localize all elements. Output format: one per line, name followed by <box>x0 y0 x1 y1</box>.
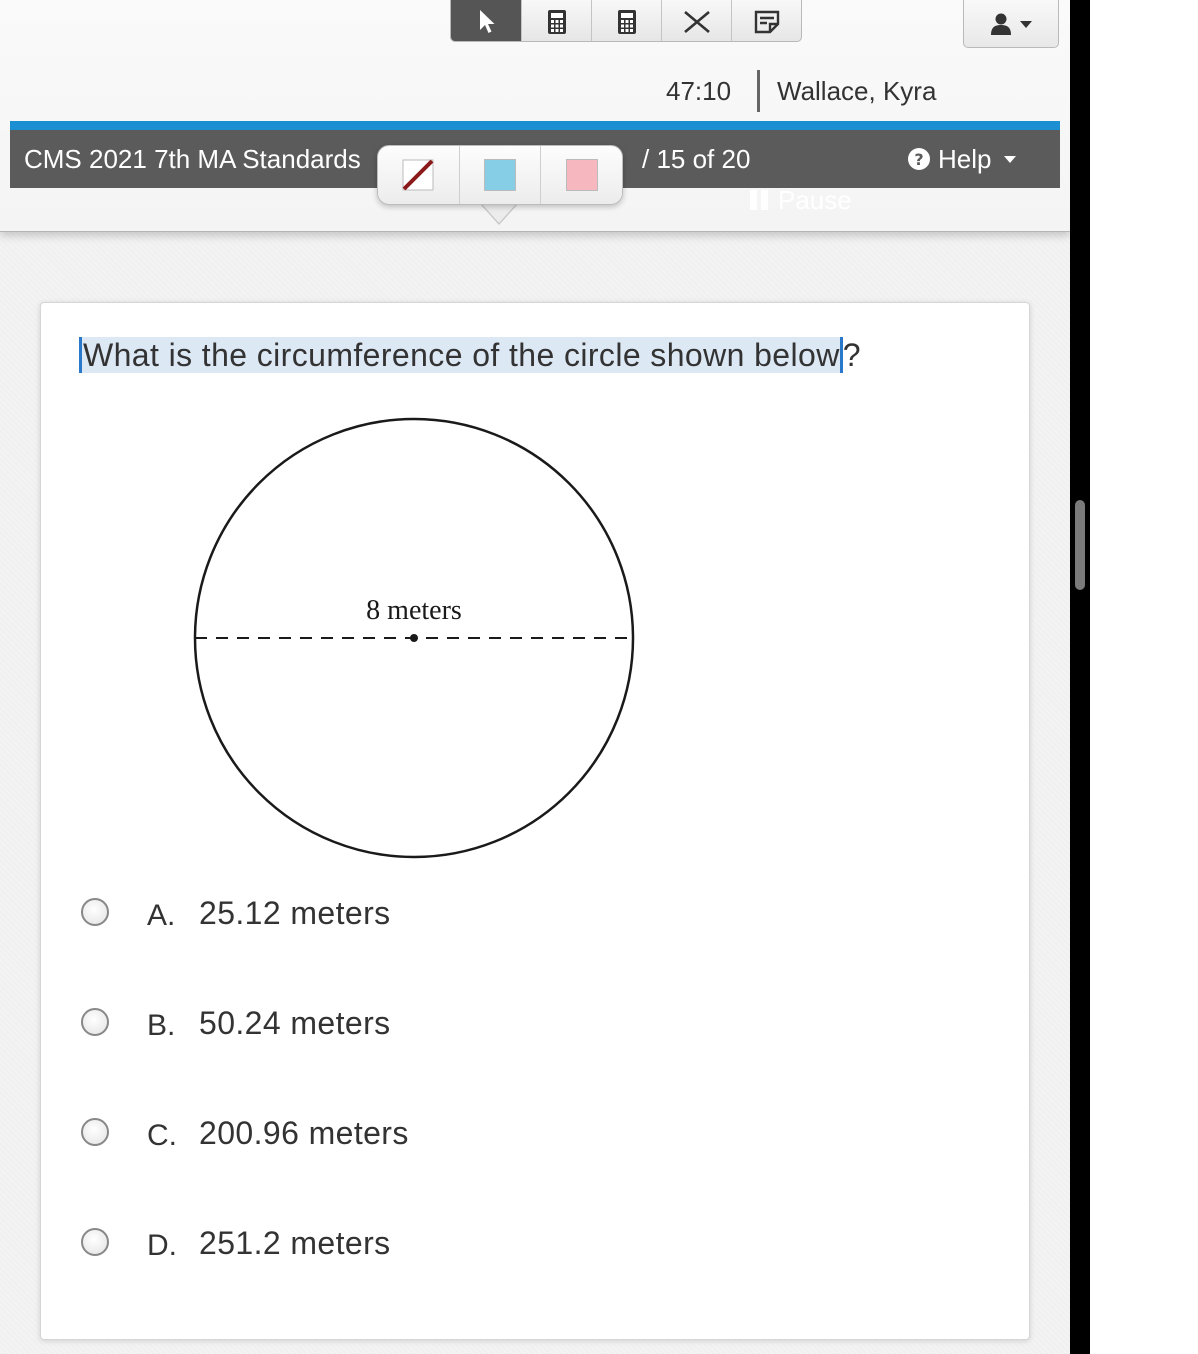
answer-eliminator-button[interactable] <box>661 0 731 41</box>
calculator-icon <box>547 10 566 34</box>
scrollbar-thumb[interactable] <box>1075 500 1085 590</box>
popup-arrow <box>481 203 517 223</box>
choice-d-text: 251.2 meters <box>199 1225 391 1261</box>
calculator-button[interactable] <box>521 0 591 41</box>
question-card: What is the circumference of the circle … <box>40 302 1030 1340</box>
choice-b-text: 50.24 meters <box>199 1005 391 1041</box>
user-menu-button[interactable] <box>963 0 1059 48</box>
pink-swatch <box>565 159 598 191</box>
caret-down-icon <box>1004 156 1017 163</box>
student-name: Wallace, Kyra <box>777 76 937 106</box>
selected-question-text[interactable]: What is the circumference of the circle … <box>79 337 843 373</box>
choice-c-letter: C. <box>147 1119 177 1152</box>
choice-b-radio[interactable] <box>81 1008 109 1036</box>
user-icon <box>991 13 1011 35</box>
choice-d-letter: D. <box>147 1229 177 1262</box>
choice-a[interactable]: A. 25.12 meters <box>81 887 390 937</box>
choice-b[interactable]: B. 50.24 meters <box>81 997 390 1047</box>
separator <box>757 70 760 112</box>
help-button[interactable]: ? Help <box>908 144 1017 174</box>
help-label: Help <box>938 143 992 174</box>
choice-b-letter: B. <box>147 1009 176 1042</box>
test-title: CMS 2021 7th MA Standards <box>24 144 361 174</box>
center-point <box>410 634 418 642</box>
tool-bar <box>450 0 802 42</box>
calculator-icon <box>617 10 636 34</box>
highlighter-popup <box>377 145 623 205</box>
question-mark: ? <box>842 337 861 373</box>
accent-bar <box>10 121 1060 130</box>
question-progress: / 15 of 20 <box>642 144 751 174</box>
no-highlight-icon <box>402 159 434 191</box>
test-app: 47:10 Wallace, Kyra CMS 2021 7th MA Stan… <box>0 0 1070 1354</box>
notepad-icon <box>754 10 779 34</box>
help-icon: ? <box>908 148 930 170</box>
pause-button[interactable]: Pause <box>750 184 852 215</box>
close-icon <box>683 11 710 33</box>
pointer-icon <box>480 10 495 33</box>
choice-d-radio[interactable] <box>81 1228 109 1256</box>
choice-c[interactable]: C. 200.96 meters <box>81 1107 408 1157</box>
blue-swatch <box>484 159 516 191</box>
circle-figure: 8 meters <box>193 417 635 859</box>
choice-c-radio[interactable] <box>81 1118 109 1146</box>
choice-d[interactable]: D. 251.2 meters <box>81 1217 390 1267</box>
notepad-button[interactable] <box>731 0 801 41</box>
choice-a-radio[interactable] <box>81 898 109 926</box>
eraser-highlight-button[interactable] <box>378 146 459 204</box>
choice-c-text: 200.96 meters <box>199 1115 409 1151</box>
pointer-tool-button[interactable] <box>451 0 521 41</box>
choice-a-letter: A. <box>147 899 176 932</box>
pause-label: Pause <box>778 184 852 215</box>
scientific-calculator-button[interactable] <box>591 0 661 41</box>
choice-a-text: 25.12 meters <box>199 895 391 931</box>
caret-down-icon <box>1020 21 1032 28</box>
question-text: What is the circumference of the circle … <box>79 333 861 377</box>
scrollbar-track[interactable] <box>1070 0 1090 1354</box>
pink-highlight-button[interactable] <box>540 146 622 204</box>
pause-icon <box>750 190 768 210</box>
blue-highlight-button[interactable] <box>458 146 541 204</box>
timer: 47:10 <box>666 76 732 106</box>
header: 47:10 Wallace, Kyra CMS 2021 7th MA Stan… <box>0 0 1070 232</box>
diameter-label: 8 meters <box>366 595 462 626</box>
